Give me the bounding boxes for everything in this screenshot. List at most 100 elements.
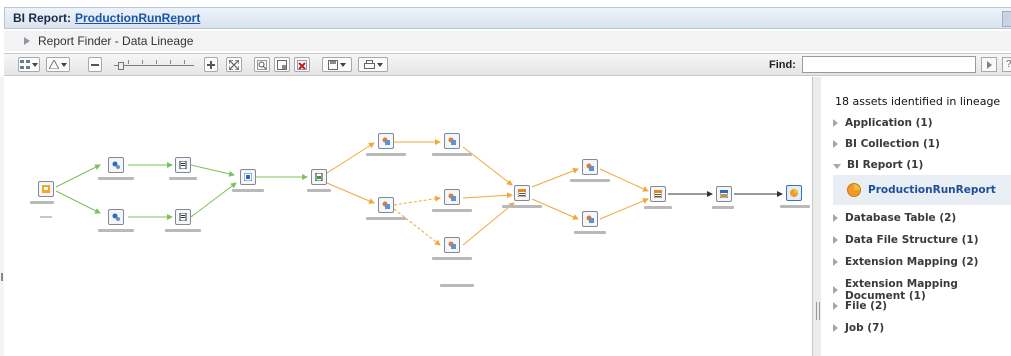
- category-label: Database Table (2): [845, 212, 957, 224]
- extension-mapping-document-icon: [518, 189, 526, 197]
- fit-to-screen-button[interactable]: [226, 57, 242, 72]
- node-job[interactable]: [582, 159, 598, 175]
- expand-arrow-icon: [833, 119, 838, 127]
- category-extension-mapping[interactable]: Extension Mapping (2): [833, 256, 978, 268]
- edge-orange-dashed: [393, 208, 441, 246]
- node-job[interactable]: [444, 189, 460, 205]
- node-data-file-structure[interactable]: [240, 169, 256, 185]
- zoom-slider-handle[interactable]: [118, 62, 124, 70]
- zoom-slider-track: [114, 65, 194, 66]
- chevron-down-icon: [32, 62, 38, 67]
- node-extension-mapping-document[interactable]: [650, 186, 666, 202]
- category-bi-report[interactable]: BI Report (1): [833, 159, 923, 171]
- node-label: [432, 153, 472, 156]
- collapse-arrow-icon: [833, 163, 841, 169]
- category-label: Extension Mapping (2): [845, 256, 979, 268]
- zoom-tick: [156, 60, 157, 64]
- help-button[interactable]: ?: [1002, 57, 1011, 72]
- selected-asset-item[interactable]: ProductionRunReport: [833, 175, 1011, 205]
- minus-icon: [91, 63, 99, 66]
- asset-summary: 18 assets identified in lineage: [835, 95, 1001, 108]
- report-name-link[interactable]: ProductionRunReport: [75, 11, 200, 25]
- node-application[interactable]: [38, 181, 54, 197]
- breadcrumb-bar[interactable]: Report Finder - Data Lineage: [4, 31, 1011, 51]
- print-dropdown-button[interactable]: [358, 57, 388, 72]
- find-input[interactable]: [802, 56, 976, 73]
- extension-mapping-icon: [315, 173, 323, 181]
- node-file[interactable]: [175, 157, 191, 173]
- database-table-icon: [112, 213, 120, 221]
- job-icon: [448, 241, 456, 249]
- warning-triangle-icon: [49, 60, 59, 69]
- zoom-region-button[interactable]: [254, 57, 270, 72]
- node-job[interactable]: [444, 237, 460, 253]
- category-label: Application (1): [845, 117, 933, 129]
- export-dropdown-button[interactable]: [322, 57, 352, 72]
- grip-icon: [816, 302, 820, 320]
- zoom-tick: [142, 60, 143, 64]
- save-icon: [328, 59, 338, 70]
- expand-arrow-icon[interactable]: [24, 37, 30, 45]
- zoom-in-button[interactable]: [204, 57, 218, 72]
- node-label: [165, 229, 201, 232]
- window-control-corner[interactable]: [1002, 11, 1011, 27]
- job-icon: [382, 137, 390, 145]
- node-extension-mapping-document[interactable]: [514, 185, 530, 201]
- node-file[interactable]: [175, 209, 191, 225]
- chevron-down-icon: [61, 62, 67, 67]
- expand-arrow-icon: [833, 140, 838, 148]
- edge-orange: [326, 142, 375, 174]
- zoom-out-button[interactable]: [88, 57, 102, 72]
- node-label: [712, 206, 734, 209]
- category-database-table[interactable]: Database Table (2): [833, 212, 956, 224]
- zoom-tick: [170, 60, 171, 64]
- category-application[interactable]: Application (1): [833, 117, 933, 129]
- edge-orange-dashed: [393, 195, 441, 206]
- find-go-button[interactable]: [981, 57, 997, 72]
- zoom-tick: [184, 60, 185, 64]
- node-extension-mapping[interactable]: [311, 169, 327, 185]
- zoom-slider[interactable]: [114, 60, 194, 70]
- edge-green: [190, 182, 237, 218]
- node-job[interactable]: [378, 133, 394, 149]
- panel-splitter[interactable]: [812, 77, 821, 356]
- overview-button[interactable]: [274, 57, 290, 72]
- extension-mapping-document-icon: [654, 190, 662, 198]
- overview-icon: [277, 59, 287, 70]
- plus-icon: [207, 60, 215, 69]
- node-job[interactable]: [378, 197, 394, 213]
- node-job[interactable]: [582, 211, 598, 227]
- node-database-table[interactable]: [108, 157, 124, 173]
- job-icon: [382, 201, 390, 209]
- node-label: [574, 231, 606, 234]
- chevron-down-icon: [376, 62, 383, 67]
- category-bi-collection[interactable]: BI Collection (1): [833, 138, 940, 150]
- edge-orange: [531, 168, 579, 188]
- node-label: [644, 206, 672, 209]
- category-data-file-structure[interactable]: Data File Structure (1): [833, 234, 979, 246]
- node-label: [570, 179, 610, 182]
- selected-asset-link[interactable]: ProductionRunReport: [868, 184, 996, 196]
- node-job[interactable]: [444, 133, 460, 149]
- node-bi-report-selected[interactable]: [786, 185, 802, 201]
- category-job[interactable]: Job (7): [833, 322, 884, 334]
- job-icon: [586, 215, 594, 223]
- clear-graph-button[interactable]: [294, 57, 310, 72]
- job-icon: [586, 163, 594, 171]
- node-bi-collection[interactable]: [716, 186, 732, 202]
- expand-arrow-icon: [833, 286, 838, 294]
- edge-orange: [326, 182, 375, 204]
- filter-dropdown-button[interactable]: [46, 57, 70, 72]
- file-icon: [179, 213, 187, 221]
- node-label: [502, 205, 542, 208]
- layout-dropdown-button[interactable]: [18, 57, 40, 72]
- node-database-table[interactable]: [108, 209, 124, 225]
- edge-orange: [599, 198, 649, 220]
- node-label: [98, 177, 134, 180]
- category-file[interactable]: File (2): [833, 300, 887, 312]
- category-label: File (2): [845, 300, 888, 312]
- lineage-graph[interactable]: [4, 77, 812, 356]
- category-extension-mapping-document[interactable]: Extension Mapping Document (1): [833, 278, 1011, 302]
- file-icon: [179, 161, 187, 169]
- node-sublabel: [40, 216, 52, 218]
